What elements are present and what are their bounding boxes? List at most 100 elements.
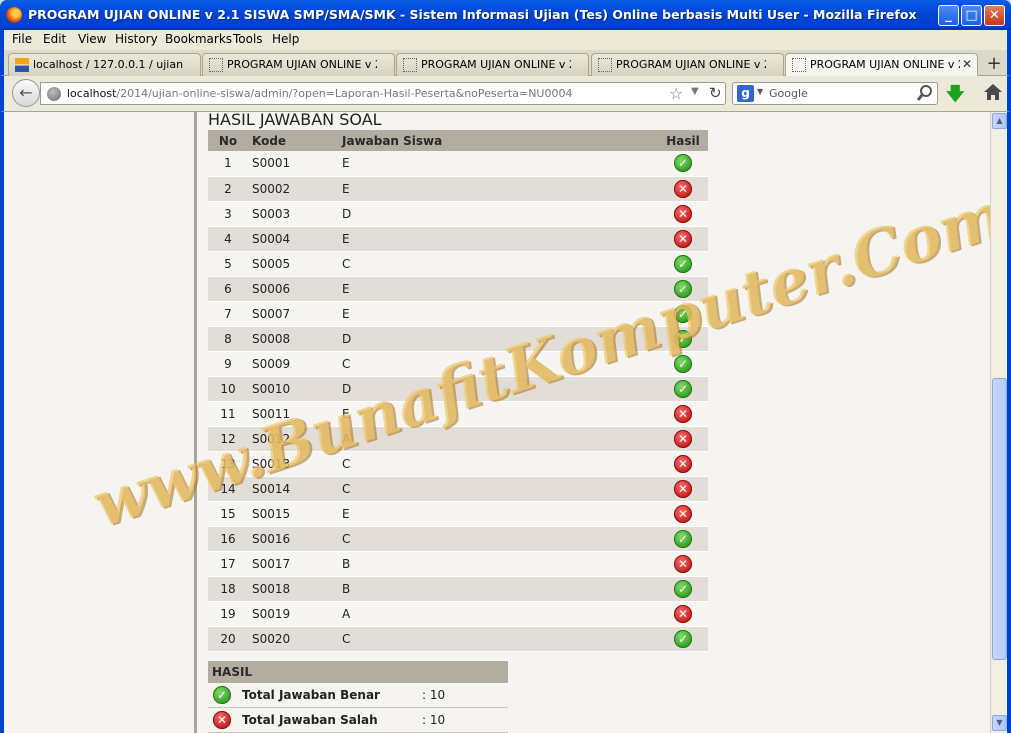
check-circle-icon: ✓: [674, 304, 692, 323]
row-jawaban: D: [338, 326, 658, 352]
menu-history[interactable]: History: [115, 32, 158, 46]
vertical-scrollbar[interactable]: ▲ ▼: [990, 112, 1007, 733]
x-circle-icon: ✕: [674, 404, 692, 423]
url-bar[interactable]: localhost/2014/ujian-online-siswa/admin/…: [40, 82, 726, 105]
check-circle-icon: ✓: [674, 279, 692, 298]
back-button[interactable]: ←: [12, 79, 40, 107]
check-circle-icon: ✓: [674, 254, 692, 273]
summary-wrong-label: Total Jawaban Salah: [242, 713, 378, 727]
row-kode: S0007: [248, 301, 338, 327]
row-hasil: ✓: [658, 251, 708, 277]
scroll-up-icon[interactable]: ▲: [992, 113, 1007, 129]
table-row: 8 S0008 D ✓: [208, 326, 708, 352]
row-kode: S0011: [248, 401, 338, 427]
download-icon[interactable]: 🡇: [946, 82, 965, 112]
table-row: 10 S0010 D ✓: [208, 376, 708, 402]
x-circle-icon: ✕: [674, 229, 692, 248]
menu-edit[interactable]: Edit: [43, 32, 66, 46]
row-no: 1: [208, 151, 248, 177]
row-hasil: ✓: [658, 526, 708, 552]
scroll-down-icon[interactable]: ▼: [992, 715, 1007, 731]
tab-ujian-3[interactable]: PROGRAM UJIAN ONLINE v 2...: [591, 53, 784, 76]
search-engine-dropdown-icon[interactable]: ▼: [757, 87, 763, 96]
row-jawaban: E: [338, 176, 658, 202]
search-input[interactable]: Google: [769, 87, 808, 100]
row-no: 14: [208, 476, 248, 502]
x-circle-icon: ✕: [213, 711, 231, 729]
menu-help[interactable]: Help: [272, 32, 299, 46]
maximize-button[interactable]: □: [961, 5, 982, 26]
row-hasil: ✓: [658, 301, 708, 327]
window-titlebar[interactable]: PROGRAM UJIAN ONLINE v 2.1 SISWA SMP/SMA…: [0, 0, 1011, 30]
page-icon: [209, 58, 223, 72]
x-circle-icon: ✕: [674, 429, 692, 448]
scroll-thumb[interactable]: [992, 378, 1007, 660]
row-kode: S0016: [248, 526, 338, 552]
maximize-icon: □: [965, 8, 978, 23]
url-text[interactable]: localhost/2014/ujian-online-siswa/admin/…: [67, 87, 572, 100]
row-no: 2: [208, 176, 248, 202]
site-identity-icon[interactable]: [47, 87, 61, 101]
answers-table: No Kode Jawaban Siswa Hasil 1 S0001 E ✓ 2 S00…: [208, 130, 708, 652]
row-kode: S0012: [248, 426, 338, 452]
check-circle-icon: ✓: [674, 379, 692, 398]
table-row: 6 S0006 E ✓: [208, 276, 708, 302]
phpmyadmin-icon: [15, 58, 29, 72]
x-circle-icon: ✕: [674, 454, 692, 473]
table-row: 1 S0001 E ✓: [208, 151, 708, 177]
row-no: 16: [208, 526, 248, 552]
row-no: 13: [208, 451, 248, 477]
page-icon: [598, 58, 612, 72]
back-arrow-icon: ←: [19, 83, 33, 102]
col-kode: Kode: [248, 130, 338, 151]
table-row: 3 S0003 D ✕: [208, 201, 708, 227]
row-hasil: ✓: [658, 351, 708, 377]
menu-bar: File Edit View History Bookmarks Tools H…: [0, 30, 1011, 50]
tab-ujian-1[interactable]: PROGRAM UJIAN ONLINE v 2...: [202, 53, 395, 76]
summary-correct-row: ✓ Total Jawaban Benar : 10: [208, 683, 508, 708]
table-body: 1 S0001 E ✓ 2 S0002 E ✕ 3 S0003 D ✕ 4 S0004 E ✕ 5 S0005 C ✓…: [208, 151, 708, 652]
row-hasil: ✕: [658, 426, 708, 452]
row-hasil: ✕: [658, 501, 708, 527]
tab-close-icon[interactable]: ✕: [962, 57, 972, 71]
menu-tools[interactable]: Tools: [233, 32, 263, 46]
row-kode: S0017: [248, 551, 338, 577]
row-no: 20: [208, 626, 248, 652]
menu-file[interactable]: File: [12, 32, 32, 46]
row-jawaban: C: [338, 451, 658, 477]
minimize-button[interactable]: _: [938, 5, 959, 26]
table-row: 15 S0015 E ✕: [208, 501, 708, 527]
table-row: 4 S0004 E ✕: [208, 226, 708, 252]
menu-bookmarks[interactable]: Bookmarks: [165, 32, 232, 46]
table-row: 2 S0002 E ✕: [208, 176, 708, 202]
tab-label: localhost / 127.0.0.1 / ujian_...: [33, 58, 183, 71]
url-dropdown-icon[interactable]: ▼: [691, 86, 699, 97]
row-no: 8: [208, 326, 248, 352]
google-icon[interactable]: g: [737, 85, 754, 102]
search-bar[interactable]: g ▼ Google: [732, 82, 938, 105]
search-icon[interactable]: [916, 84, 934, 103]
row-jawaban: B: [338, 551, 658, 577]
row-jawaban: E: [338, 276, 658, 302]
bookmark-star-icon[interactable]: ☆: [669, 84, 683, 103]
menu-view[interactable]: View: [78, 32, 106, 46]
tab-ujian-2[interactable]: PROGRAM UJIAN ONLINE v 2...: [396, 53, 589, 76]
check-circle-icon: ✓: [674, 579, 692, 598]
row-kode: S0005: [248, 251, 338, 277]
row-hasil: ✓: [658, 576, 708, 602]
close-window-button[interactable]: ✕: [984, 5, 1005, 26]
row-kode: S0020: [248, 626, 338, 652]
tab-phpmyadmin[interactable]: localhost / 127.0.0.1 / ujian_...: [8, 53, 201, 76]
row-kode: S0006: [248, 276, 338, 302]
home-icon[interactable]: [982, 81, 1004, 103]
row-jawaban: C: [338, 526, 658, 552]
row-kode: S0010: [248, 376, 338, 402]
new-tab-button[interactable]: +: [982, 54, 1006, 75]
row-hasil: ✕: [658, 601, 708, 627]
row-jawaban: C: [338, 626, 658, 652]
check-circle-icon: ✓: [674, 354, 692, 373]
reload-icon[interactable]: ↻: [709, 84, 722, 102]
tab-ujian-active[interactable]: PROGRAM UJIAN ONLINE v 2... ✕: [785, 53, 978, 77]
row-jawaban: D: [338, 201, 658, 227]
table-row: 11 S0011 E ✕: [208, 401, 708, 427]
